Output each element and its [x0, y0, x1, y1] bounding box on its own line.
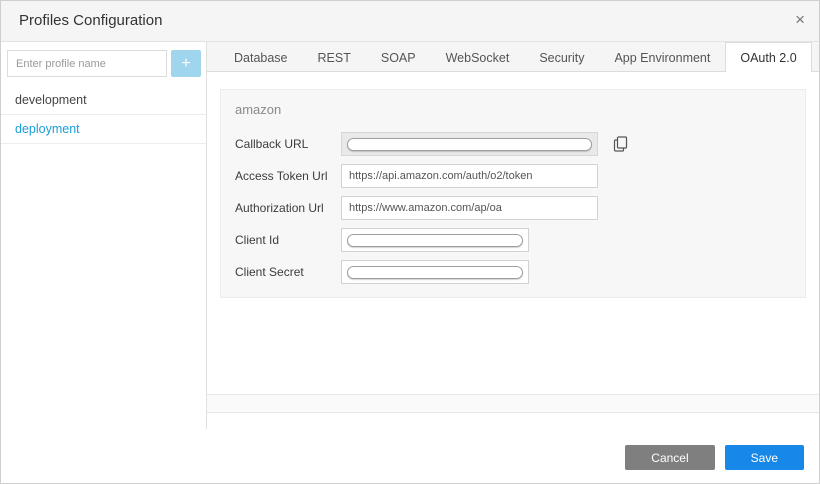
profile-input-row: +	[1, 42, 206, 86]
authorization-url-row: Authorization Url	[235, 196, 791, 220]
oauth-provider-panel: amazon Callback URL Access Token Url	[220, 89, 806, 298]
client-secret-label: Client Secret	[235, 265, 341, 279]
copy-icon[interactable]	[611, 135, 629, 153]
profiles-sidebar: + development deployment	[1, 42, 207, 429]
authorization-url-field[interactable]	[341, 196, 598, 220]
authorization-url-label: Authorization Url	[235, 201, 341, 215]
callback-url-row: Callback URL	[235, 132, 791, 156]
redacted-value	[347, 138, 592, 151]
callback-url-field	[341, 132, 598, 156]
cancel-button[interactable]: Cancel	[625, 445, 714, 470]
tab-bar: Database REST SOAP WebSocket Security Ap…	[207, 42, 819, 72]
client-id-field[interactable]	[341, 228, 529, 252]
access-token-url-row: Access Token Url	[235, 164, 791, 188]
redacted-value	[347, 266, 523, 279]
access-token-url-label: Access Token Url	[235, 169, 341, 183]
content-footer-strip	[207, 394, 819, 413]
tab-security[interactable]: Security	[524, 43, 599, 71]
tab-rest[interactable]: REST	[303, 43, 366, 71]
callback-url-label: Callback URL	[235, 137, 341, 151]
profile-name-input[interactable]	[7, 50, 167, 77]
close-icon[interactable]: ×	[795, 10, 805, 30]
access-token-url-field[interactable]	[341, 164, 598, 188]
client-secret-field[interactable]	[341, 260, 529, 284]
client-id-row: Client Id	[235, 228, 791, 252]
dialog-actions: Cancel Save	[625, 445, 804, 470]
profiles-configuration-dialog: Profiles Configuration × + development d…	[0, 0, 820, 484]
tab-soap[interactable]: SOAP	[366, 43, 431, 71]
redacted-value	[347, 234, 523, 247]
save-button[interactable]: Save	[725, 445, 804, 470]
sidebar-item-deployment[interactable]: deployment	[1, 115, 206, 144]
sidebar-item-development[interactable]: development	[1, 86, 206, 115]
tab-database[interactable]: Database	[219, 43, 303, 71]
main-content: Database REST SOAP WebSocket Security Ap…	[207, 42, 819, 483]
tab-websocket[interactable]: WebSocket	[431, 43, 525, 71]
page-title: Profiles Configuration	[19, 12, 162, 29]
client-id-label: Client Id	[235, 233, 341, 247]
add-profile-button[interactable]: +	[171, 50, 201, 77]
tab-app-environment[interactable]: App Environment	[599, 43, 725, 71]
provider-name: amazon	[235, 102, 791, 117]
dialog-header: Profiles Configuration ×	[1, 1, 819, 42]
client-secret-row: Client Secret	[235, 260, 791, 284]
tab-oauth-2-0[interactable]: OAuth 2.0	[725, 42, 811, 72]
